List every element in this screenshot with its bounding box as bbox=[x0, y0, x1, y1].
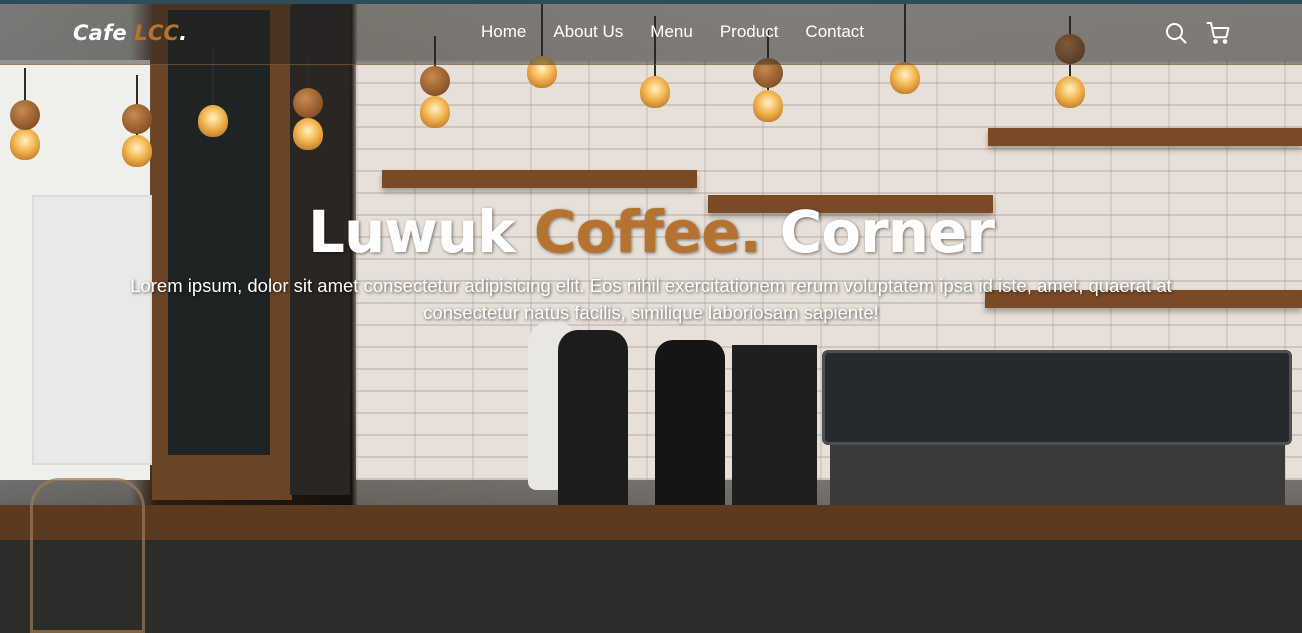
hero-title-part2: Corner bbox=[779, 198, 995, 266]
bulb-cap bbox=[293, 88, 323, 118]
nav-link-product[interactable]: Product bbox=[720, 22, 779, 42]
pendant-bulb bbox=[122, 135, 152, 167]
nav-link-about-us[interactable]: About Us bbox=[553, 22, 623, 42]
logo-text: Cafe bbox=[73, 21, 127, 45]
hero-title-accent: Coffee. bbox=[533, 198, 762, 266]
pendant-bulb bbox=[293, 118, 323, 150]
hero-description: Lorem ipsum, dolor sit amet consectetur … bbox=[130, 275, 1172, 323]
hero-content: Luwuk Coffee. Corner Lorem ipsum, dolor … bbox=[0, 196, 1302, 326]
logo-accent: LCC bbox=[134, 21, 180, 45]
bulb-cap bbox=[420, 66, 450, 96]
nav-link-home[interactable]: Home bbox=[481, 22, 526, 42]
shelf bbox=[988, 128, 1302, 146]
pendant-bulb bbox=[10, 128, 40, 160]
search-icon[interactable] bbox=[1164, 21, 1188, 45]
logo-dot: . bbox=[179, 21, 188, 45]
counter-top bbox=[0, 505, 1302, 545]
pendant-bulb bbox=[420, 96, 450, 128]
hero-title: Luwuk Coffee. Corner bbox=[0, 196, 1302, 268]
pendant-bulb bbox=[198, 105, 228, 137]
counter-front bbox=[0, 540, 1302, 633]
bulb-cap bbox=[10, 100, 40, 130]
hero-title-part1: Luwuk bbox=[308, 198, 516, 266]
cart-icon[interactable] bbox=[1206, 21, 1230, 45]
nav-link-contact[interactable]: Contact bbox=[805, 22, 864, 42]
shelf bbox=[382, 170, 697, 188]
navbar: Cafe LCC. Home About Us Menu Product Con… bbox=[0, 4, 1302, 65]
pendant-bulb bbox=[640, 76, 670, 108]
bulb-cap bbox=[122, 104, 152, 134]
pendant-bulb bbox=[890, 62, 920, 94]
espresso-machine bbox=[822, 350, 1292, 445]
chair bbox=[30, 478, 145, 633]
nav-links: Home About Us Menu Product Contact bbox=[481, 22, 891, 42]
nav-link-menu[interactable]: Menu bbox=[650, 22, 693, 42]
pendant-bulb bbox=[753, 90, 783, 122]
logo[interactable]: Cafe LCC. bbox=[73, 21, 187, 45]
nav-icons bbox=[1164, 21, 1230, 45]
pendant-bulb bbox=[1055, 76, 1085, 108]
